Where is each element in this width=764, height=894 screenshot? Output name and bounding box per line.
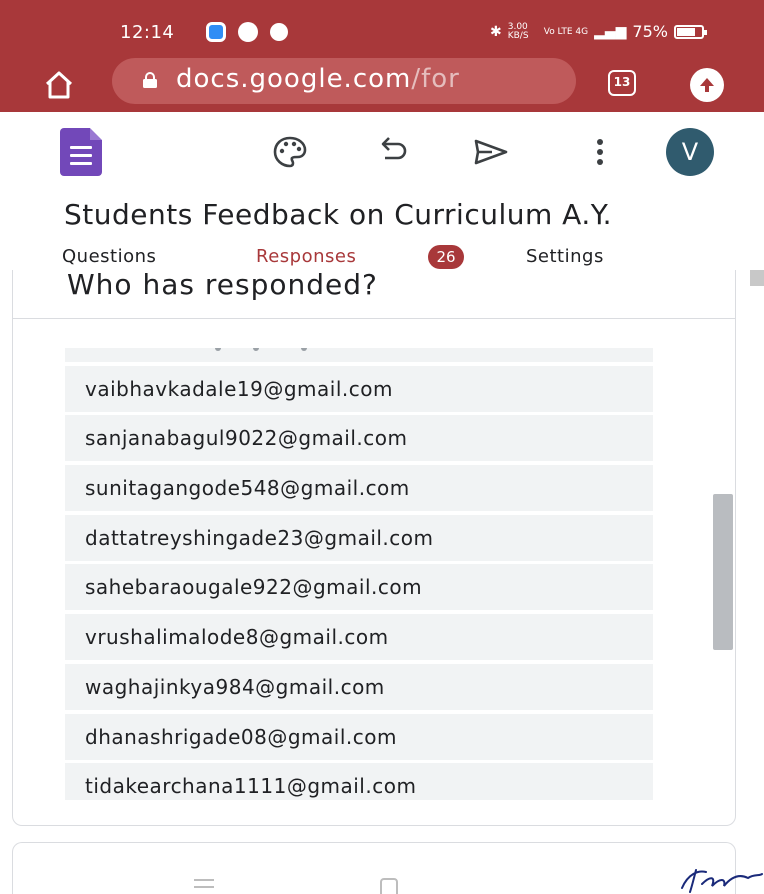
browser-top-bar: 12:14 ✱ 3.00 KB/S Vo LTE 4G ▂▄▆ 75% docs… [0, 0, 764, 112]
status-indicators: ✱ 3.00 KB/S Vo LTE 4G ▂▄▆ 75% [490, 21, 707, 41]
tab-settings[interactable]: Settings [526, 246, 604, 267]
battery-percentage: 75% [632, 22, 668, 41]
next-card [12, 842, 736, 894]
status-time: 12:14 [120, 22, 175, 43]
list-item[interactable]: tidakearchana1111@gmail.com [65, 763, 653, 800]
battery-icon [673, 24, 707, 39]
google-forms-logo[interactable] [60, 128, 102, 176]
url-text: docs.google.com/for [176, 64, 460, 94]
respondents-card: Who has responded? vaibhavkadale19@gmail… [12, 270, 736, 826]
bluetooth-icon: ✱ [490, 23, 502, 40]
undo-icon[interactable] [372, 132, 412, 172]
form-title: Students Feedback on Curriculum A.Y. [64, 198, 613, 231]
list-item[interactable]: sahebaraougale922@gmail.com [65, 564, 653, 611]
network-type: Vo LTE 4G [543, 26, 589, 37]
respondent-list[interactable]: vaibhavkadale19@gmail.com sanjanabagul90… [65, 348, 653, 800]
nav-home-icon[interactable] [380, 878, 398, 894]
list-scrollbar[interactable] [713, 494, 733, 650]
account-avatar[interactable]: V [666, 128, 714, 176]
list-item[interactable]: dhanashrigade08@gmail.com [65, 713, 653, 760]
recent-apps-icon[interactable] [192, 878, 216, 890]
address-bar[interactable]: docs.google.com/for [112, 58, 576, 104]
list-item[interactable]: vaibhavkadale19@gmail.com [65, 365, 653, 412]
url-host: docs.google.com [176, 64, 412, 94]
tab-questions[interactable]: Questions [62, 246, 156, 267]
notification-app-icon [206, 22, 226, 42]
url-path: /for [411, 64, 460, 94]
tab-responses[interactable]: Responses [256, 246, 356, 267]
send-icon[interactable] [470, 132, 510, 172]
network-speed: 3.00 KB/S [507, 21, 529, 41]
page-scrollbar[interactable] [750, 270, 764, 286]
logo-line [70, 162, 92, 165]
list-item[interactable]: vrushalimalode8@gmail.com [65, 614, 653, 661]
logo-line [70, 154, 92, 157]
notification-app-icon [270, 23, 288, 41]
logo-line [70, 146, 92, 149]
list-item [65, 348, 653, 362]
divider [13, 318, 735, 319]
home-icon[interactable] [44, 70, 74, 100]
list-item[interactable]: waghajinkya984@gmail.com [65, 663, 653, 710]
lock-icon [143, 72, 157, 88]
tab-switcher-button[interactable]: 13 [608, 70, 636, 96]
card-heading: Who has responded? [67, 270, 378, 301]
upload-icon [700, 78, 714, 92]
more-vert-icon[interactable] [580, 132, 620, 172]
notification-app-icon [238, 22, 258, 42]
upload-button[interactable] [690, 68, 724, 102]
list-item[interactable]: sanjanabagul9022@gmail.com [65, 415, 653, 462]
signal-icon: ▂▄▆ [594, 23, 627, 40]
responses-count-badge: 26 [428, 245, 464, 269]
list-item[interactable]: dattatreyshingade23@gmail.com [65, 514, 653, 561]
palette-icon[interactable] [270, 132, 310, 172]
list-item[interactable]: sunitagangode548@gmail.com [65, 465, 653, 512]
signature [681, 869, 763, 893]
